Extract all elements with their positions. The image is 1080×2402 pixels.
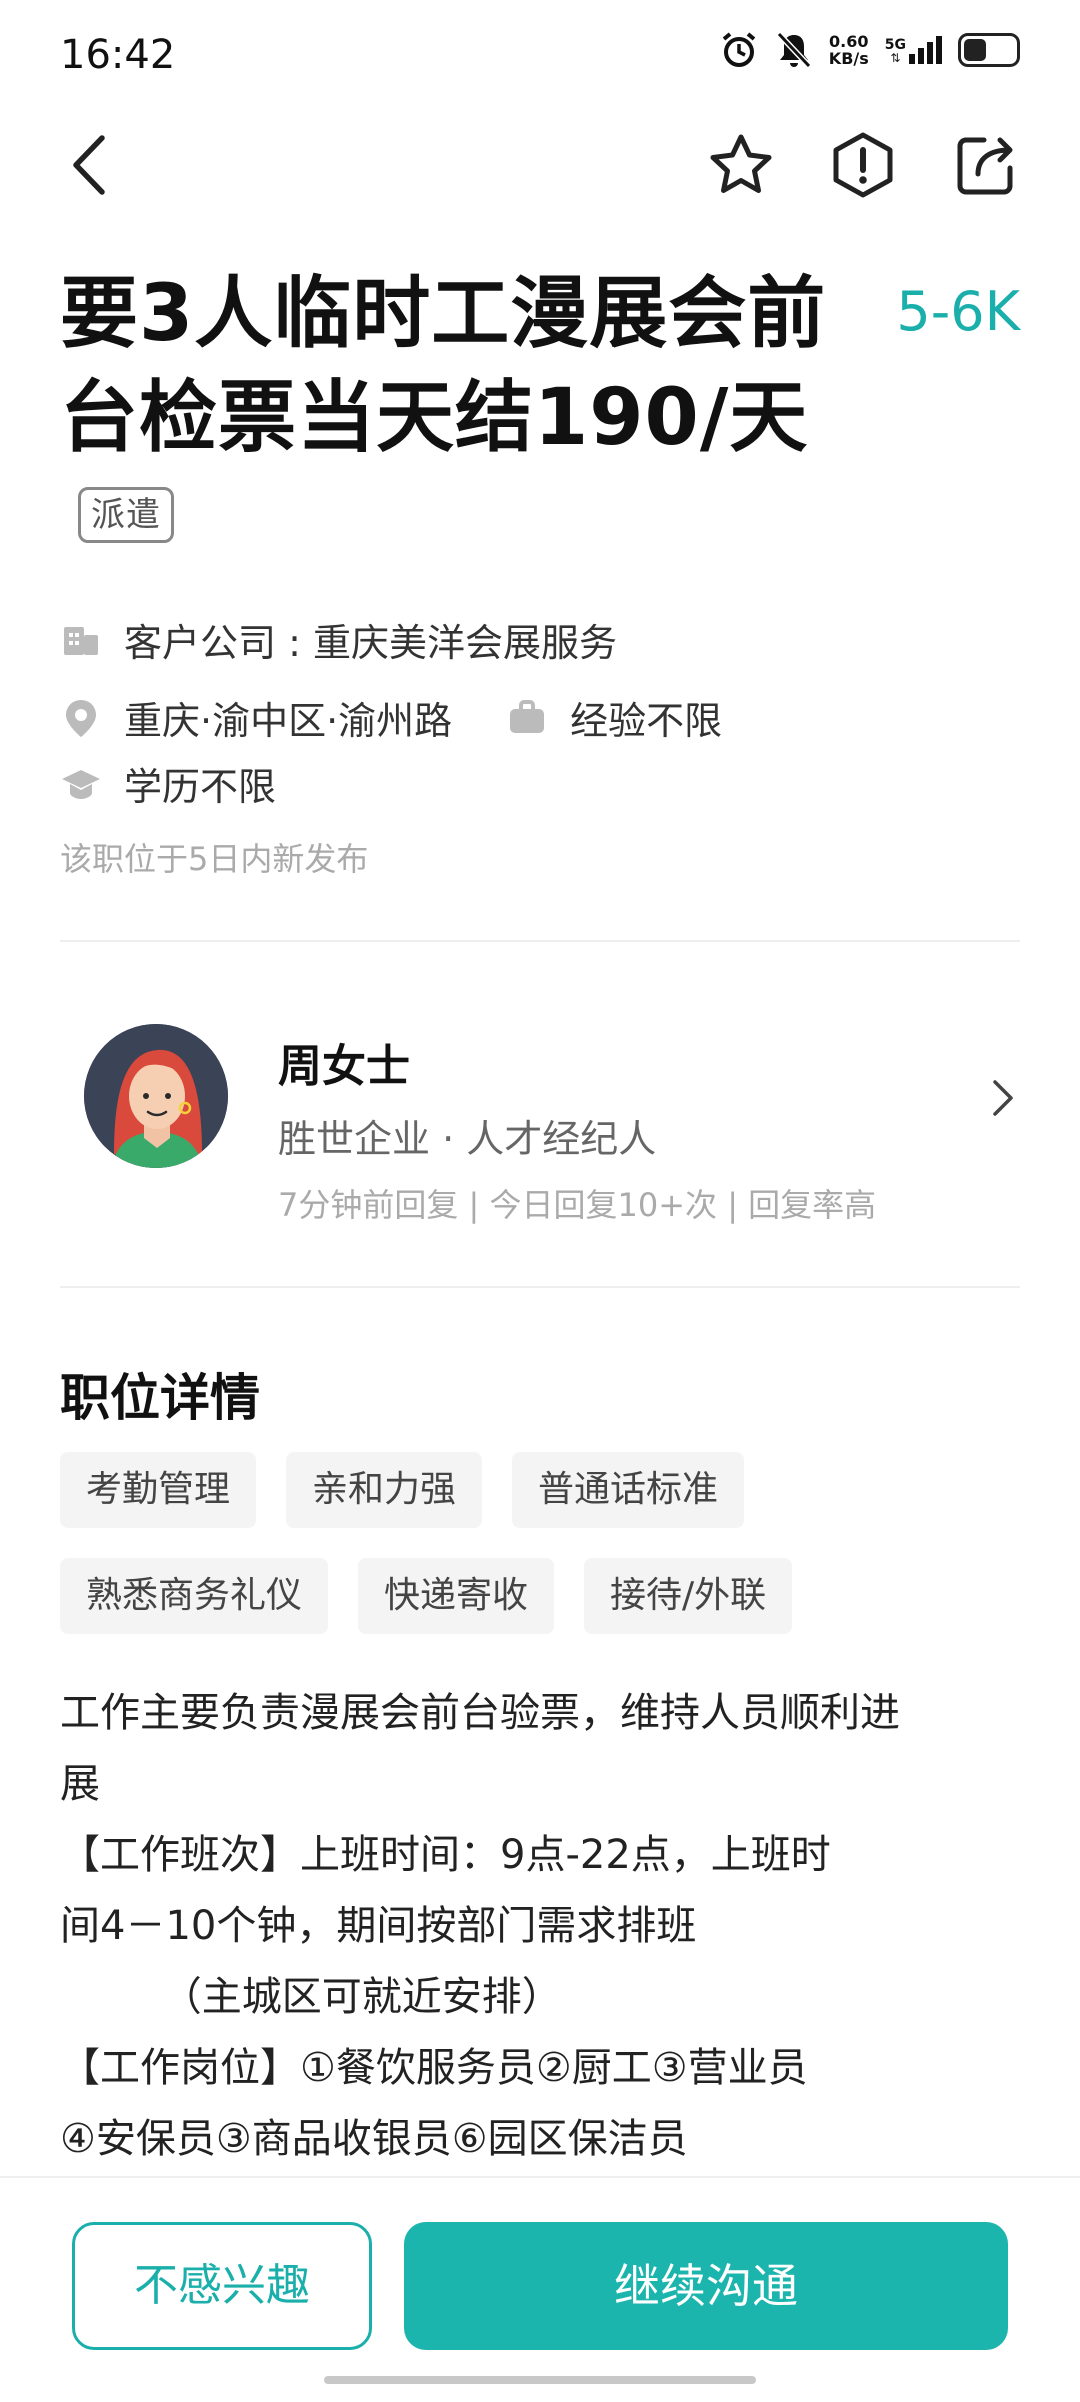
alarm-icon [722,32,756,67]
location-row: 重庆·渝中区·渝州路 经验不限 [60,690,722,745]
job-title-text: 要3人临时工漫展会前台检票当天结190/天 [60,269,827,463]
status-icons: 0.60 KB/s 5G ⇅ [719,30,1020,70]
posted-note: 该职位于5日内新发布 [60,840,369,878]
experience-text: 经验不限 [570,699,723,743]
skill-tag: 考勤管理 [60,1452,257,1528]
recruiter-name: 周女士 [278,1041,410,1092]
skill-tag: 亲和力强 [286,1452,483,1528]
star-icon [710,134,772,193]
divider [60,940,1020,942]
avatar[interactable] [84,1024,228,1168]
briefcase-icon [506,697,548,739]
skill-tag: 普通话标准 [512,1452,745,1528]
status-time: 16:42 [60,32,176,78]
share-button[interactable] [950,130,1020,200]
location-pin-icon [60,697,102,739]
location-text: 重庆·渝中区·渝州路 [124,699,453,743]
battery-icon [958,33,1020,67]
bottom-action-bar: 不感兴趣 继续沟通 [0,2176,1080,2402]
skill-tags: 考勤管理 亲和力强 普通话标准 熟悉商务礼仪 快递寄收 接待/外联 [60,1452,1020,1634]
divider [60,1286,1020,1288]
chevron-right-icon[interactable] [988,1076,1018,1120]
network-type: 5G [884,37,906,53]
salary: 5-6K [896,280,1020,343]
section-title: 职位详情 [60,1369,260,1427]
net-speed-value: 0.60 [829,32,869,51]
continue-chat-button[interactable]: 继续沟通 [404,2222,1008,2350]
back-icon [73,135,105,195]
recruiter-stats: 7分钟前回复 | 今日回复10+次 | 回复率高 [278,1186,877,1224]
job-description: 工作主要负责漫展会前台验票，维持人员顺利进 展 【工作班次】上班时间：9点-22… [60,1690,900,2162]
skill-tag: 快递寄收 [358,1558,555,1634]
back-button[interactable] [62,130,122,200]
mute-icon [776,31,811,69]
company-row: 客户公司 : 重庆美洋会展服务 [60,612,617,667]
company-text: 客户公司 : 重庆美洋会展服务 [124,621,617,665]
recruiter-company-role: 胜世企业 · 人才经纪人 [278,1117,657,1161]
skill-tag: 接待/外联 [584,1558,793,1634]
status-bar: 16:42 0.60 KB/s 5G ⇅ [0,0,1080,110]
job-title: 要3人临时工漫展会前台检票当天结190/天派遣 [60,262,840,574]
favorite-button[interactable] [706,130,776,200]
not-interested-button[interactable]: 不感兴趣 [72,2222,372,2350]
share-icon [957,137,1013,195]
graduation-cap-icon [60,763,102,805]
education-row: 学历不限 [60,756,276,811]
education-text: 学历不限 [124,765,277,809]
net-speed: 0.60 KB/s [829,33,869,67]
dispatch-tag: 派遣 [78,486,174,543]
net-speed-unit: KB/s [828,49,869,68]
report-button[interactable] [828,130,898,200]
report-icon [833,132,893,198]
signal-icon: 5G ⇅ [885,36,942,64]
skill-tag: 熟悉商务礼仪 [60,1558,329,1634]
building-icon [60,619,102,661]
home-indicator[interactable] [324,2376,756,2384]
